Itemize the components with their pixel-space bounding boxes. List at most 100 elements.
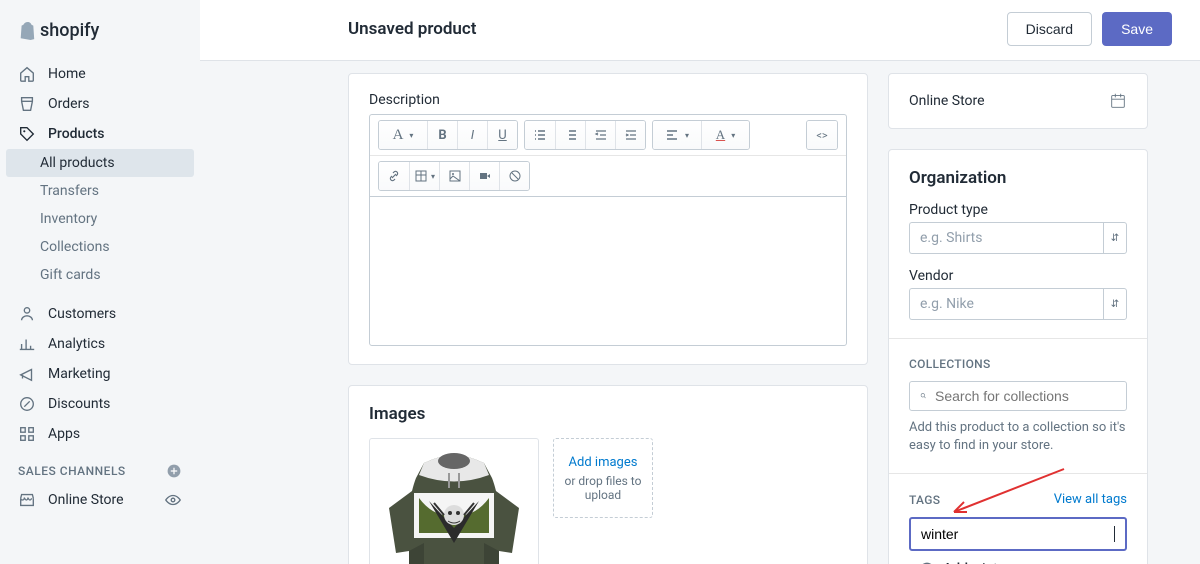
video-icon [478, 169, 492, 183]
nav-inventory[interactable]: Inventory [0, 205, 200, 233]
product-image [374, 443, 534, 564]
collections-search-input[interactable] [935, 388, 1116, 404]
channel-name: Online Store [909, 93, 985, 109]
rte-bold[interactable]: B [427, 121, 457, 149]
customers-icon [18, 305, 36, 323]
nav-marketing[interactable]: Marketing [0, 359, 200, 389]
rte-toolbar: A B I U [369, 114, 847, 196]
shopify-icon [18, 21, 36, 41]
nav-apps-label: Apps [48, 426, 80, 442]
image-dropzone[interactable]: Add images or drop files to upload [553, 438, 653, 518]
rte-paragraph-style[interactable]: A [379, 121, 427, 149]
product-type-select[interactable]: e.g. Shirts [909, 222, 1103, 254]
organization-heading: Organization [909, 168, 1127, 188]
rte-bullet-list[interactable] [525, 121, 555, 149]
rte-link[interactable] [379, 162, 409, 190]
product-type-label: Product type [909, 202, 1127, 218]
channel-online-store-label: Online Store [48, 492, 124, 508]
nav-collections[interactable]: Collections [0, 233, 200, 261]
nav-discounts-label: Discounts [48, 396, 110, 412]
rte-outdent[interactable] [585, 121, 615, 149]
nav-gift-cards[interactable]: Gift cards [0, 261, 200, 289]
add-channel-icon[interactable] [166, 463, 182, 479]
store-icon [18, 491, 36, 509]
rte-italic[interactable]: I [457, 121, 487, 149]
orders-icon [18, 95, 36, 113]
rte-indent[interactable] [615, 121, 645, 149]
brand-name: shopify [40, 20, 99, 41]
home-icon [18, 65, 36, 83]
align-icon [665, 128, 679, 142]
sidebar: shopify Home Orders Products All product… [0, 0, 200, 564]
nav-home[interactable]: Home [0, 59, 200, 89]
rte-clear-format[interactable] [499, 162, 529, 190]
tags-input-wrapper[interactable] [909, 517, 1127, 551]
images-heading: Images [369, 404, 847, 424]
description-label: Description [369, 92, 847, 108]
marketing-icon [18, 365, 36, 383]
rte-html-view[interactable]: <> [807, 121, 837, 149]
collections-search[interactable] [909, 381, 1127, 411]
nav-marketing-label: Marketing [48, 366, 111, 382]
apps-icon [18, 425, 36, 443]
page-title: Unsaved product [348, 19, 476, 39]
add-images-link[interactable]: Add images [569, 455, 638, 470]
nav-customers[interactable]: Customers [0, 299, 200, 329]
collections-help: Add this product to a collection so it's… [909, 419, 1127, 455]
topbar: Unsaved product Discard Save [200, 0, 1200, 61]
vendor-select[interactable]: e.g. Nike [909, 288, 1103, 320]
discounts-icon [18, 395, 36, 413]
analytics-icon [18, 335, 36, 353]
nav-orders[interactable]: Orders [0, 89, 200, 119]
organization-card: Organization Product type e.g. Shirts ⇵ … [888, 149, 1148, 564]
nav-customers-label: Customers [48, 306, 116, 322]
nav-analytics[interactable]: Analytics [0, 329, 200, 359]
clear-icon [508, 169, 522, 183]
rte-image[interactable] [439, 162, 469, 190]
vendor-caret[interactable]: ⇵ [1103, 288, 1127, 320]
eye-icon[interactable] [164, 491, 182, 509]
sales-channels-header: SALES CHANNELS [0, 449, 200, 485]
channel-visibility-card: Online Store [888, 73, 1148, 129]
bullet-list-icon [533, 128, 547, 142]
brand-logo: shopify [0, 8, 200, 59]
nav-discounts[interactable]: Discounts [0, 389, 200, 419]
rte-align[interactable] [653, 121, 701, 149]
rte-number-list[interactable] [555, 121, 585, 149]
add-tag-option[interactable]: Add winter [909, 551, 1127, 564]
tags-input[interactable] [921, 526, 1114, 542]
image-icon [448, 169, 462, 183]
products-icon [18, 125, 36, 143]
nav-analytics-label: Analytics [48, 336, 105, 352]
text-caret [1114, 526, 1115, 542]
calendar-icon[interactable] [1109, 92, 1127, 110]
view-all-tags[interactable]: View all tags [1054, 492, 1127, 507]
discard-button[interactable]: Discard [1007, 12, 1092, 46]
collections-label: COLLECTIONS [909, 357, 1127, 371]
description-editor[interactable] [369, 196, 847, 346]
rte-table[interactable] [409, 162, 439, 190]
product-image-thumb[interactable]: ⊕ [369, 438, 539, 564]
nav-apps[interactable]: Apps [0, 419, 200, 449]
link-icon [387, 169, 401, 183]
rte-text-color[interactable]: A [701, 121, 749, 149]
tags-label: TAGS [909, 493, 940, 507]
table-icon [414, 169, 428, 183]
nav-all-products[interactable]: All products [6, 149, 194, 177]
nav-products[interactable]: Products [0, 119, 200, 149]
outdent-icon [594, 128, 608, 142]
vendor-label: Vendor [909, 268, 1127, 284]
save-button[interactable]: Save [1102, 12, 1172, 46]
nav-orders-label: Orders [48, 96, 90, 112]
images-card: Images [348, 385, 868, 564]
channel-online-store[interactable]: Online Store [0, 485, 200, 515]
indent-icon [624, 128, 638, 142]
drop-hint: or drop files to upload [560, 474, 646, 502]
product-type-caret[interactable]: ⇵ [1103, 222, 1127, 254]
rte-underline[interactable]: U [487, 121, 517, 149]
number-list-icon [564, 128, 578, 142]
rte-video[interactable] [469, 162, 499, 190]
nav-products-label: Products [48, 126, 105, 142]
nav-transfers[interactable]: Transfers [0, 177, 200, 205]
search-icon [920, 388, 927, 404]
